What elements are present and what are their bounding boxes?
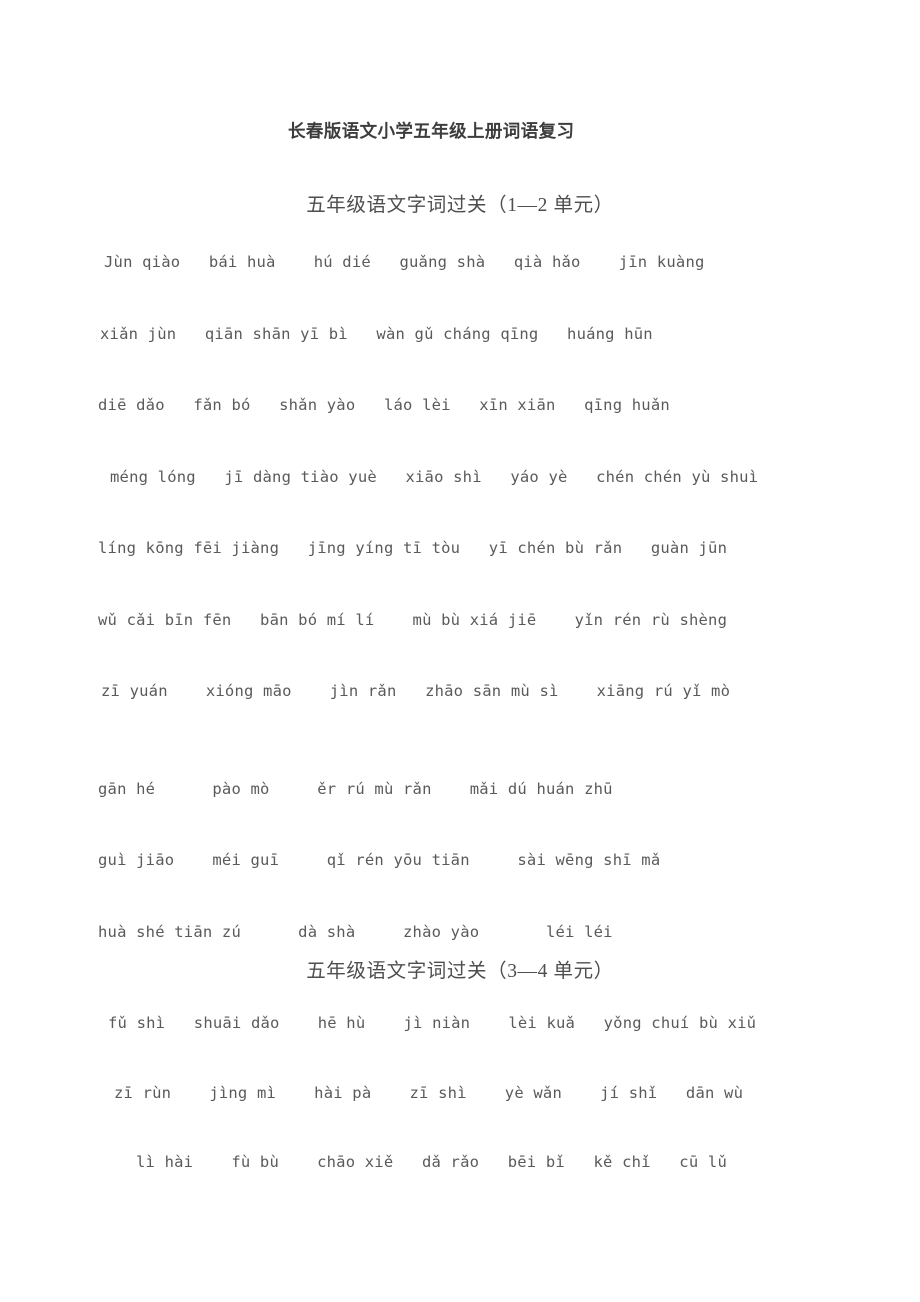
- pinyin-row: méng lóng jī dàng tiào yuè xiāo shì yáo …: [110, 467, 759, 486]
- pinyin-list-2: fǔ shì shuāi dǎo hē hù jì niàn lèi kuǎ y…: [0, 1014, 920, 1171]
- document-page: 长春版语文小学五年级上册词语复习 五年级语文字词过关（1—2 单元） Jùn q…: [0, 0, 920, 1302]
- page-title: 长春版语文小学五年级上册词语复习: [288, 122, 575, 142]
- pinyin-row: gān hé pào mò ěr rú mù rǎn mǎi dú huán z…: [98, 779, 613, 798]
- section-unit-3-4: 五年级语文字词过关（3—4 单元） fǔ shì shuāi dǎo hē hù…: [0, 954, 920, 1171]
- pinyin-row: zī yuán xióng māo jìn rǎn zhāo sān mù sì…: [101, 682, 731, 700]
- pinyin-row: guì jiāo méi guī qǐ rén yōu tiān sài wēn…: [98, 851, 661, 869]
- section-heading-1: 五年级语文字词过关（1—2 单元）: [306, 195, 614, 216]
- pinyin-row: lì hài fù bù chāo xiě dǎ rǎo bēi bǐ kě c…: [136, 1153, 727, 1171]
- pinyin-row: Jùn qiào bái huà hú dié guǎng shà qià hǎ…: [104, 253, 705, 271]
- section-unit-1-2: 五年级语文字词过关（1—2 单元） Jùn qiào bái huà hú di…: [0, 188, 920, 940]
- pinyin-row: wǔ cǎi bīn fēn bān bó mí lí mù bù xiá ji…: [98, 610, 728, 629]
- pinyin-row: zī rùn jìng mì hài pà zī shì yè wǎn jí s…: [114, 1083, 744, 1102]
- pinyin-row: huà shé tiān zú dà shà zhào yào léi léi: [98, 922, 613, 941]
- pinyin-row: xiǎn jùn qiān shān yī bì wàn gǔ cháng qī…: [100, 324, 653, 343]
- pinyin-row: diē dǎo fǎn bó shǎn yào láo lèi xīn xiān…: [98, 396, 670, 414]
- pinyin-row: líng kōng fēi jiàng jīng yíng tī tòu yī …: [98, 539, 728, 557]
- pinyin-row: fǔ shì shuāi dǎo hē hù jì niàn lèi kuǎ y…: [108, 1014, 757, 1032]
- pinyin-list-1: Jùn qiào bái huà hú dié guǎng shà qià hǎ…: [0, 253, 920, 941]
- section-heading-2: 五年级语文字词过关（3—4 单元）: [306, 961, 614, 982]
